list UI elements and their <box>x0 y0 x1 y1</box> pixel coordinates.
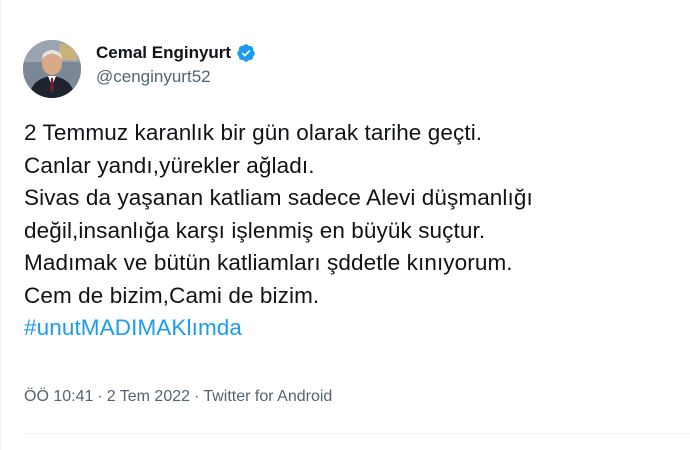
meta-separator: · <box>194 388 200 405</box>
tweet-line: Sivas da yaşanan katliam sadece Alevi dü… <box>24 185 533 210</box>
bottom-divider <box>22 433 690 434</box>
author-handle[interactable]: @cenginyurt52 <box>96 67 211 87</box>
author-name-row: Cemal Enginyurt <box>96 42 256 64</box>
meta-separator: · <box>97 388 103 405</box>
display-name[interactable]: Cemal Enginyurt <box>96 43 231 63</box>
tweet-line: Madımak ve bütün katliamları şddetle kın… <box>24 250 513 275</box>
tweet-line: Cem de bizim,Cami de bizim. <box>24 282 320 308</box>
tweet-line: değil,insanlığa karşı işlenmiş en büyük … <box>24 217 486 243</box>
tweet-text: 2 Temmuz karanlık bir gün olarak tarihe … <box>24 117 674 345</box>
tweet-date[interactable]: 2 Tem 2022 <box>107 388 190 406</box>
tweet-card: Cemal Enginyurt @cenginyurt52 2 Temmuz k… <box>0 0 690 450</box>
avatar-image <box>23 40 81 98</box>
tweet-time[interactable]: ÖÖ 10:41 <box>24 388 93 406</box>
avatar[interactable] <box>23 40 81 98</box>
tweet-line: 2 Temmuz karanlık bir gün olarak tarihe … <box>24 120 483 145</box>
hashtag-link[interactable]: #unutMADIMAKlımda <box>24 312 674 345</box>
tweet-meta: ÖÖ 10:41 · 2 Tem 2022 · Twitter for Andr… <box>24 388 332 406</box>
tweet-line: Canlar yandı,yürekler ağladı. <box>24 152 315 178</box>
verified-badge-icon <box>236 43 256 63</box>
left-divider <box>0 0 1 450</box>
tweet-source[interactable]: Twitter for Android <box>203 388 332 406</box>
